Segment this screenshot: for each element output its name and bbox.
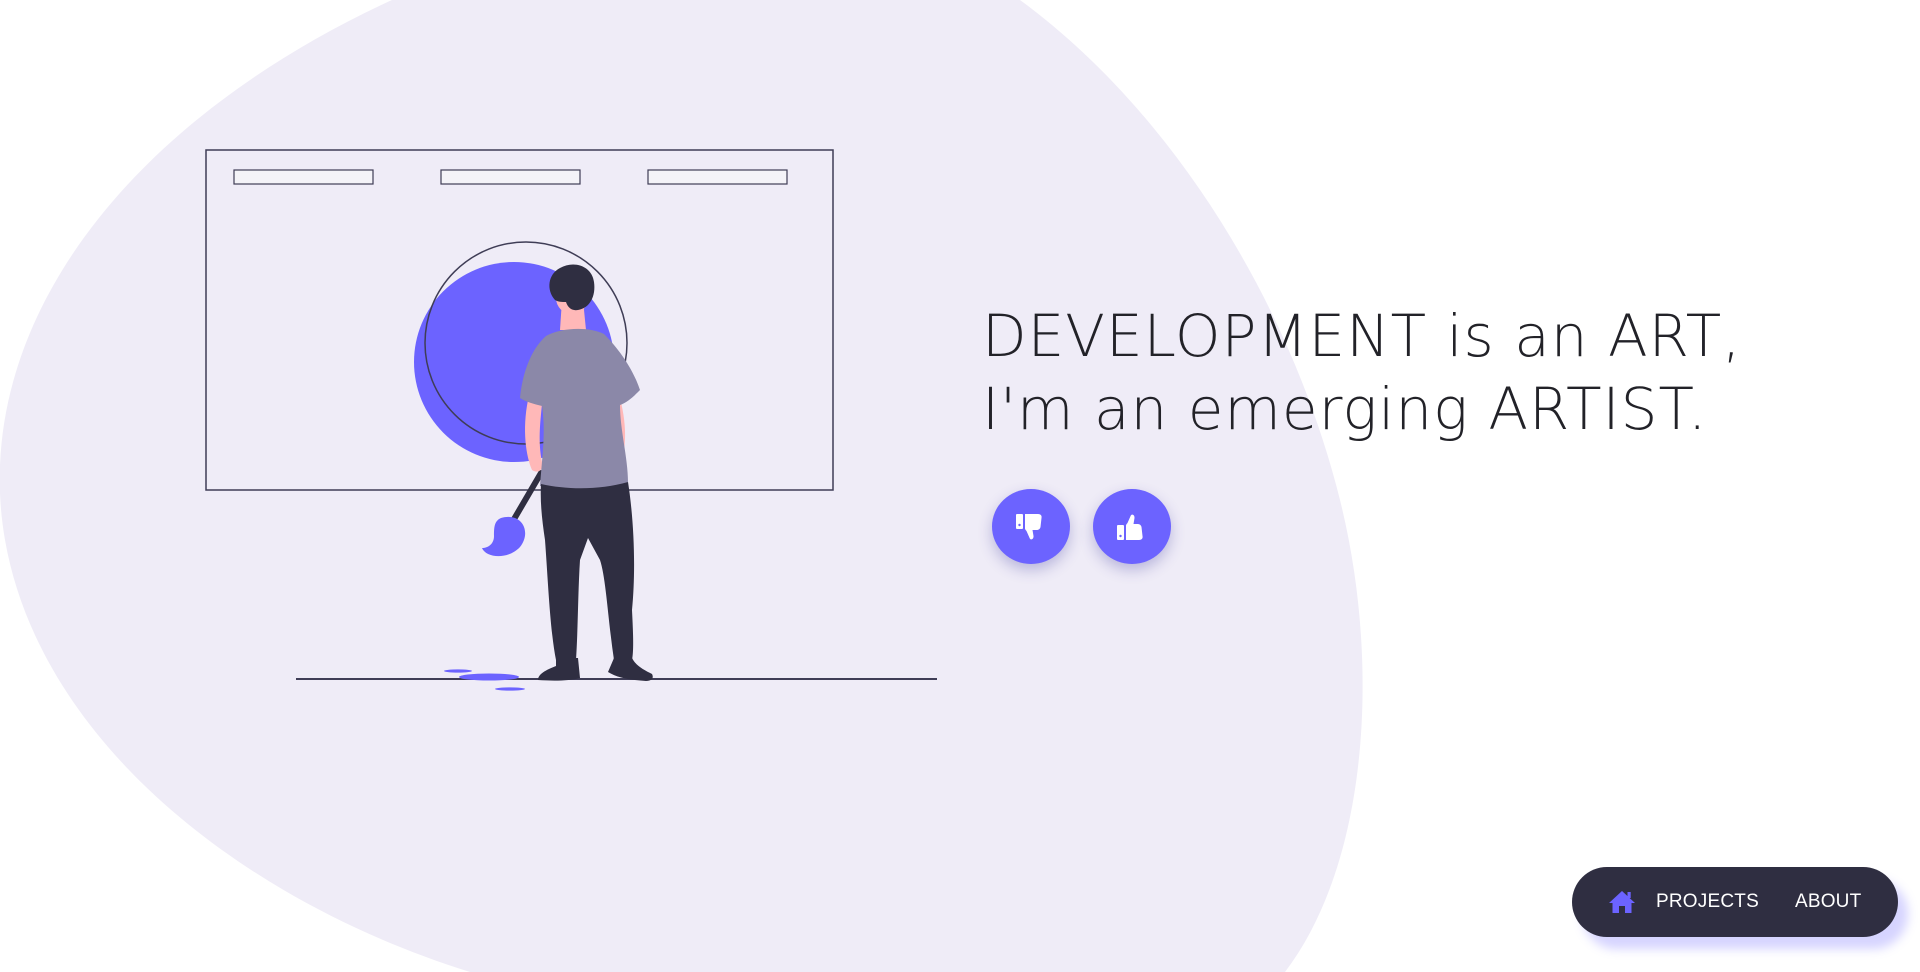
- paint-drop: [459, 673, 519, 681]
- left-shoe: [538, 658, 580, 681]
- paint-drop: [444, 669, 472, 673]
- headline-line-2: I'm an emerging ARTIST.: [982, 375, 1708, 443]
- artist-illustration: [205, 149, 937, 691]
- thumbs-up-icon: [1117, 514, 1143, 540]
- canvas-bar: [440, 169, 581, 185]
- paint-drop: [495, 687, 525, 691]
- pants: [540, 482, 635, 660]
- canvas-bar: [647, 169, 788, 185]
- thumbs-down-icon: [1016, 513, 1042, 539]
- nav-link-about[interactable]: ABOUT: [1795, 891, 1861, 913]
- like-button[interactable]: [1093, 489, 1171, 564]
- home-icon[interactable]: [1608, 889, 1636, 915]
- canvas-bar: [233, 169, 374, 185]
- hero-headline: DEVELOPMENT is an ART, I'm an emerging A…: [982, 300, 1742, 446]
- headline-line-1: DEVELOPMENT is an ART,: [982, 302, 1742, 370]
- dislike-button[interactable]: [992, 489, 1070, 564]
- nav-link-projects[interactable]: PROJECTS: [1656, 891, 1759, 913]
- brush-tip: [482, 516, 526, 557]
- bottom-navbar: PROJECTS ABOUT: [1572, 867, 1898, 937]
- page: DEVELOPMENT is an ART, I'm an emerging A…: [0, 0, 1920, 972]
- right-shoe: [608, 658, 653, 681]
